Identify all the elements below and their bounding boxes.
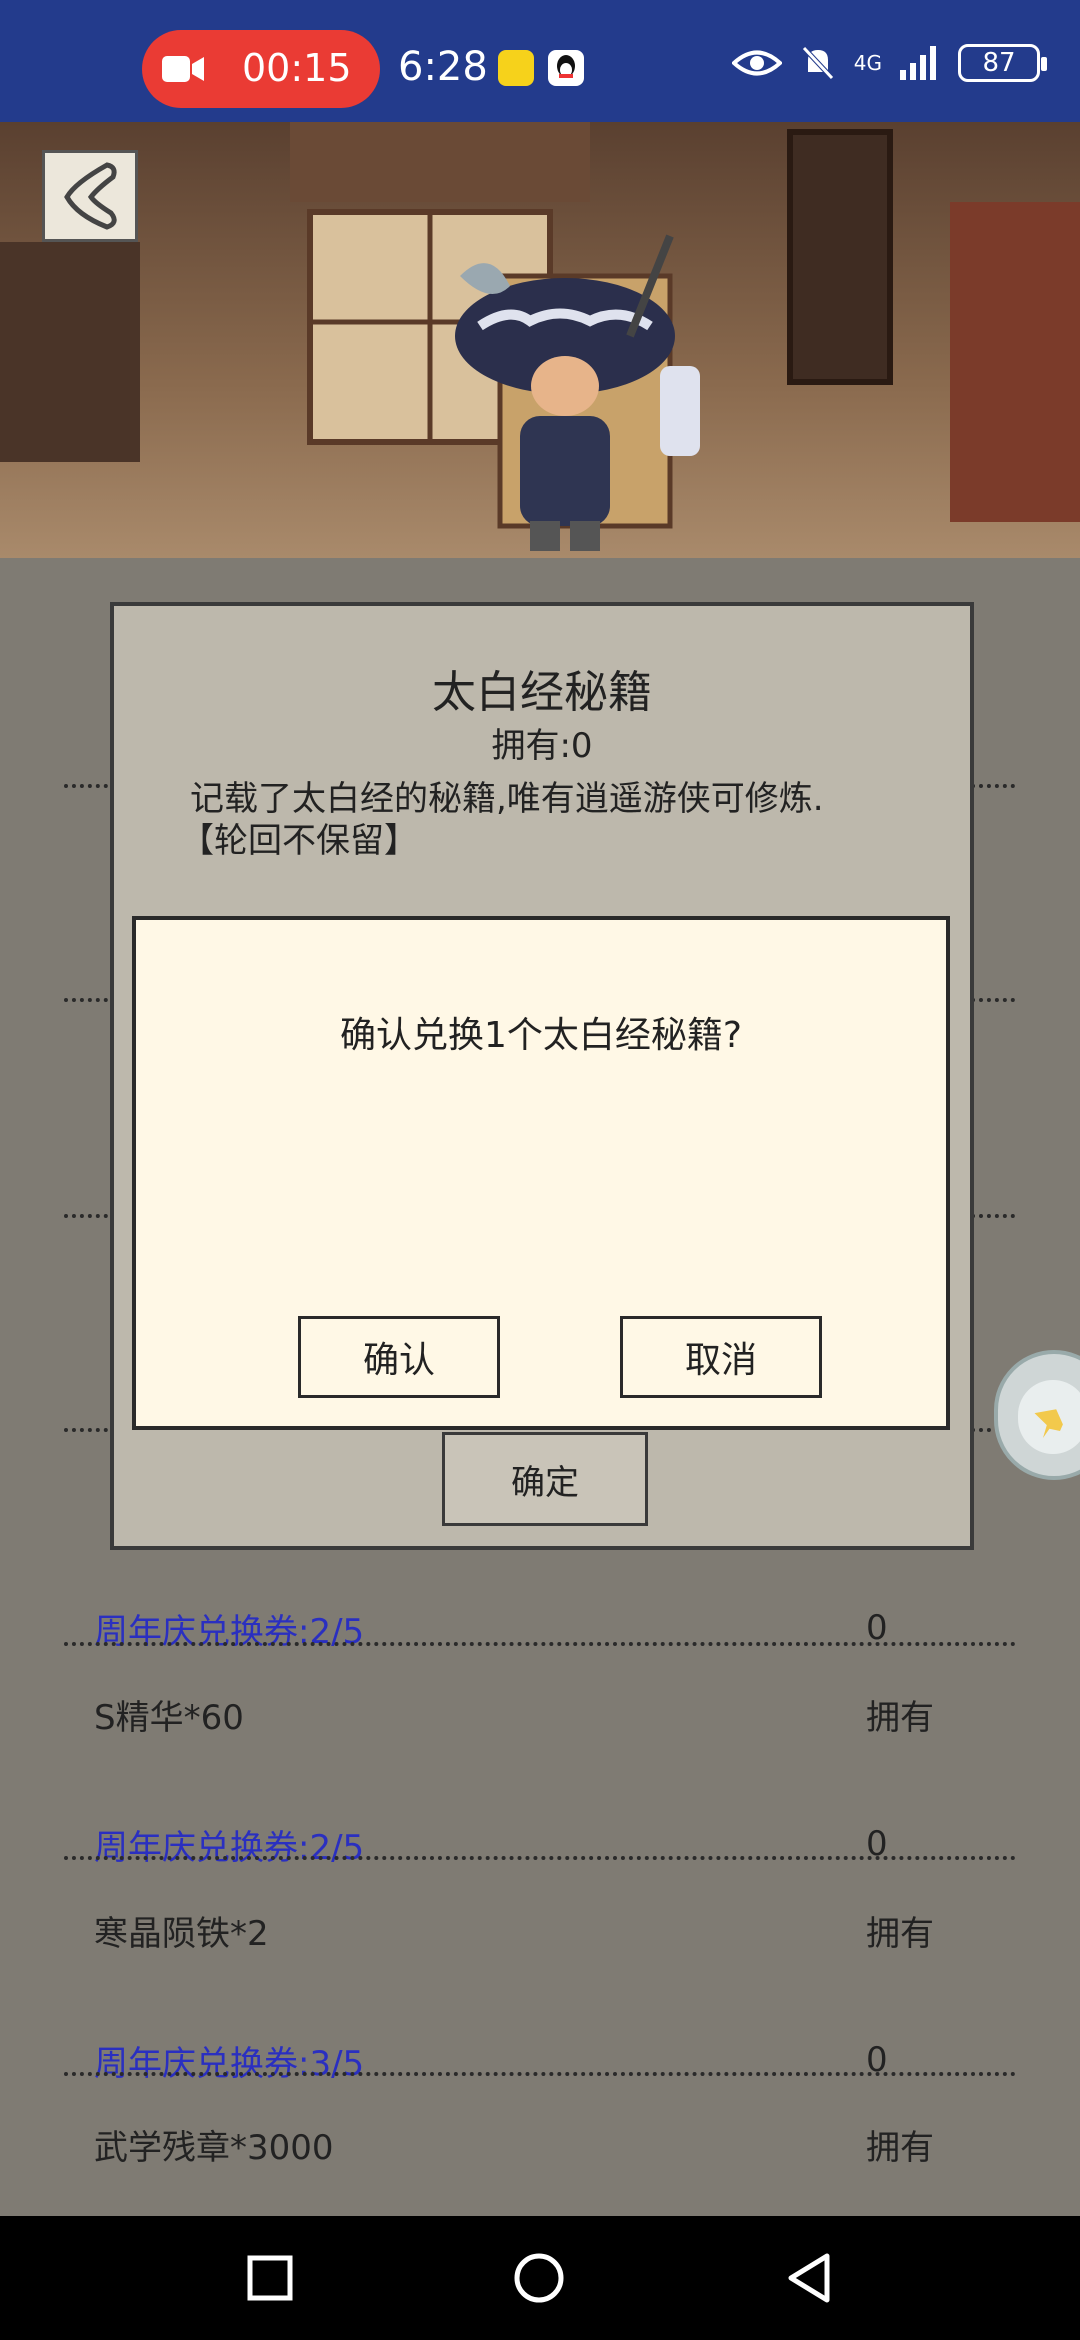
cancel-button[interactable]: 取消 <box>620 1316 822 1398</box>
home-icon[interactable] <box>513 2252 565 2304</box>
item-status: 拥有 <box>866 1697 934 1738</box>
item-name: S精华*60 <box>94 1697 244 1738</box>
description-text: 记载了太白经的秘籍,唯有逍遥游侠可修炼. <box>190 779 824 819</box>
network-type: 4G <box>853 51 882 75</box>
list-item-cost: 周年庆兑换券:2/5 0 <box>64 1588 1016 1668</box>
list-item-cost: 周年庆兑换券:2/5 0 <box>64 1804 1016 1884</box>
list-item[interactable]: S精华*60 拥有 <box>64 1674 1016 1754</box>
status-bar: 00:15 6:28 4G 87 <box>0 0 1080 122</box>
eye-icon <box>731 50 782 76</box>
cost-label: 周年庆兑换券:2/5 <box>94 1827 365 1868</box>
battery-level: 87 <box>982 48 1016 78</box>
signal-icon <box>900 46 936 80</box>
clock: 6:28 <box>398 44 488 90</box>
confirm-question: 确认兑换1个太白经秘籍? <box>339 1015 742 1056</box>
dialog-title: 太白经秘籍 <box>432 667 652 718</box>
divider <box>64 2072 1016 2076</box>
list-item[interactable]: 寒晶陨铁*2 拥有 <box>64 1890 1016 1970</box>
mute-bell-icon <box>801 46 834 80</box>
video-camera-icon <box>162 56 204 82</box>
list-item-cost: 周年庆兑换券:3/5 0 <box>64 2020 1016 2100</box>
chevron-left-icon <box>64 162 117 230</box>
record-timer: 00:15 <box>242 46 352 90</box>
merchant-character <box>455 234 700 551</box>
item-status: 拥有 <box>866 1913 934 1954</box>
status-icons: 4G 87 <box>731 44 1047 82</box>
divider <box>64 1856 1016 1860</box>
confirm-dialog: 确认兑换1个太白经秘籍? 确认 取消 <box>132 916 950 1430</box>
screen-record-pill[interactable]: 00:15 <box>142 30 380 108</box>
divider <box>64 1642 1016 1646</box>
system-nav-bar <box>0 2216 1080 2340</box>
notification-app-icon <box>498 50 534 86</box>
qq-icon <box>548 50 584 86</box>
cost-label: 周年庆兑换券:3/5 <box>94 2043 365 2084</box>
item-name: 武学残章*3000 <box>94 2127 334 2168</box>
game-scene <box>0 122 1080 558</box>
rebirth-note: 【轮回不保留】 <box>180 821 418 861</box>
confirm-button[interactable]: 确认 <box>298 1316 500 1398</box>
recent-apps-icon[interactable] <box>247 2255 293 2301</box>
item-name: 寒晶陨铁*2 <box>94 1913 269 1954</box>
back-icon[interactable] <box>785 2252 833 2304</box>
ok-button[interactable]: 确定 <box>442 1432 648 1526</box>
owned-count: 拥有:0 <box>491 726 593 766</box>
back-button[interactable] <box>42 150 138 242</box>
gamepad-icon <box>1018 1380 1080 1454</box>
app-root: 00:15 6:28 4G 87 周年庆兑换券:2/5 0 S精华*60 拥有 … <box>0 0 1080 2340</box>
item-status: 拥有 <box>866 2127 934 2168</box>
battery-indicator: 87 <box>958 44 1047 82</box>
list-item[interactable]: 武学残章*3000 拥有 <box>64 2104 1016 2184</box>
item-description: 记载了太白经的秘籍,唯有逍遥游侠可修炼. 【轮回不保留】 <box>180 778 910 862</box>
